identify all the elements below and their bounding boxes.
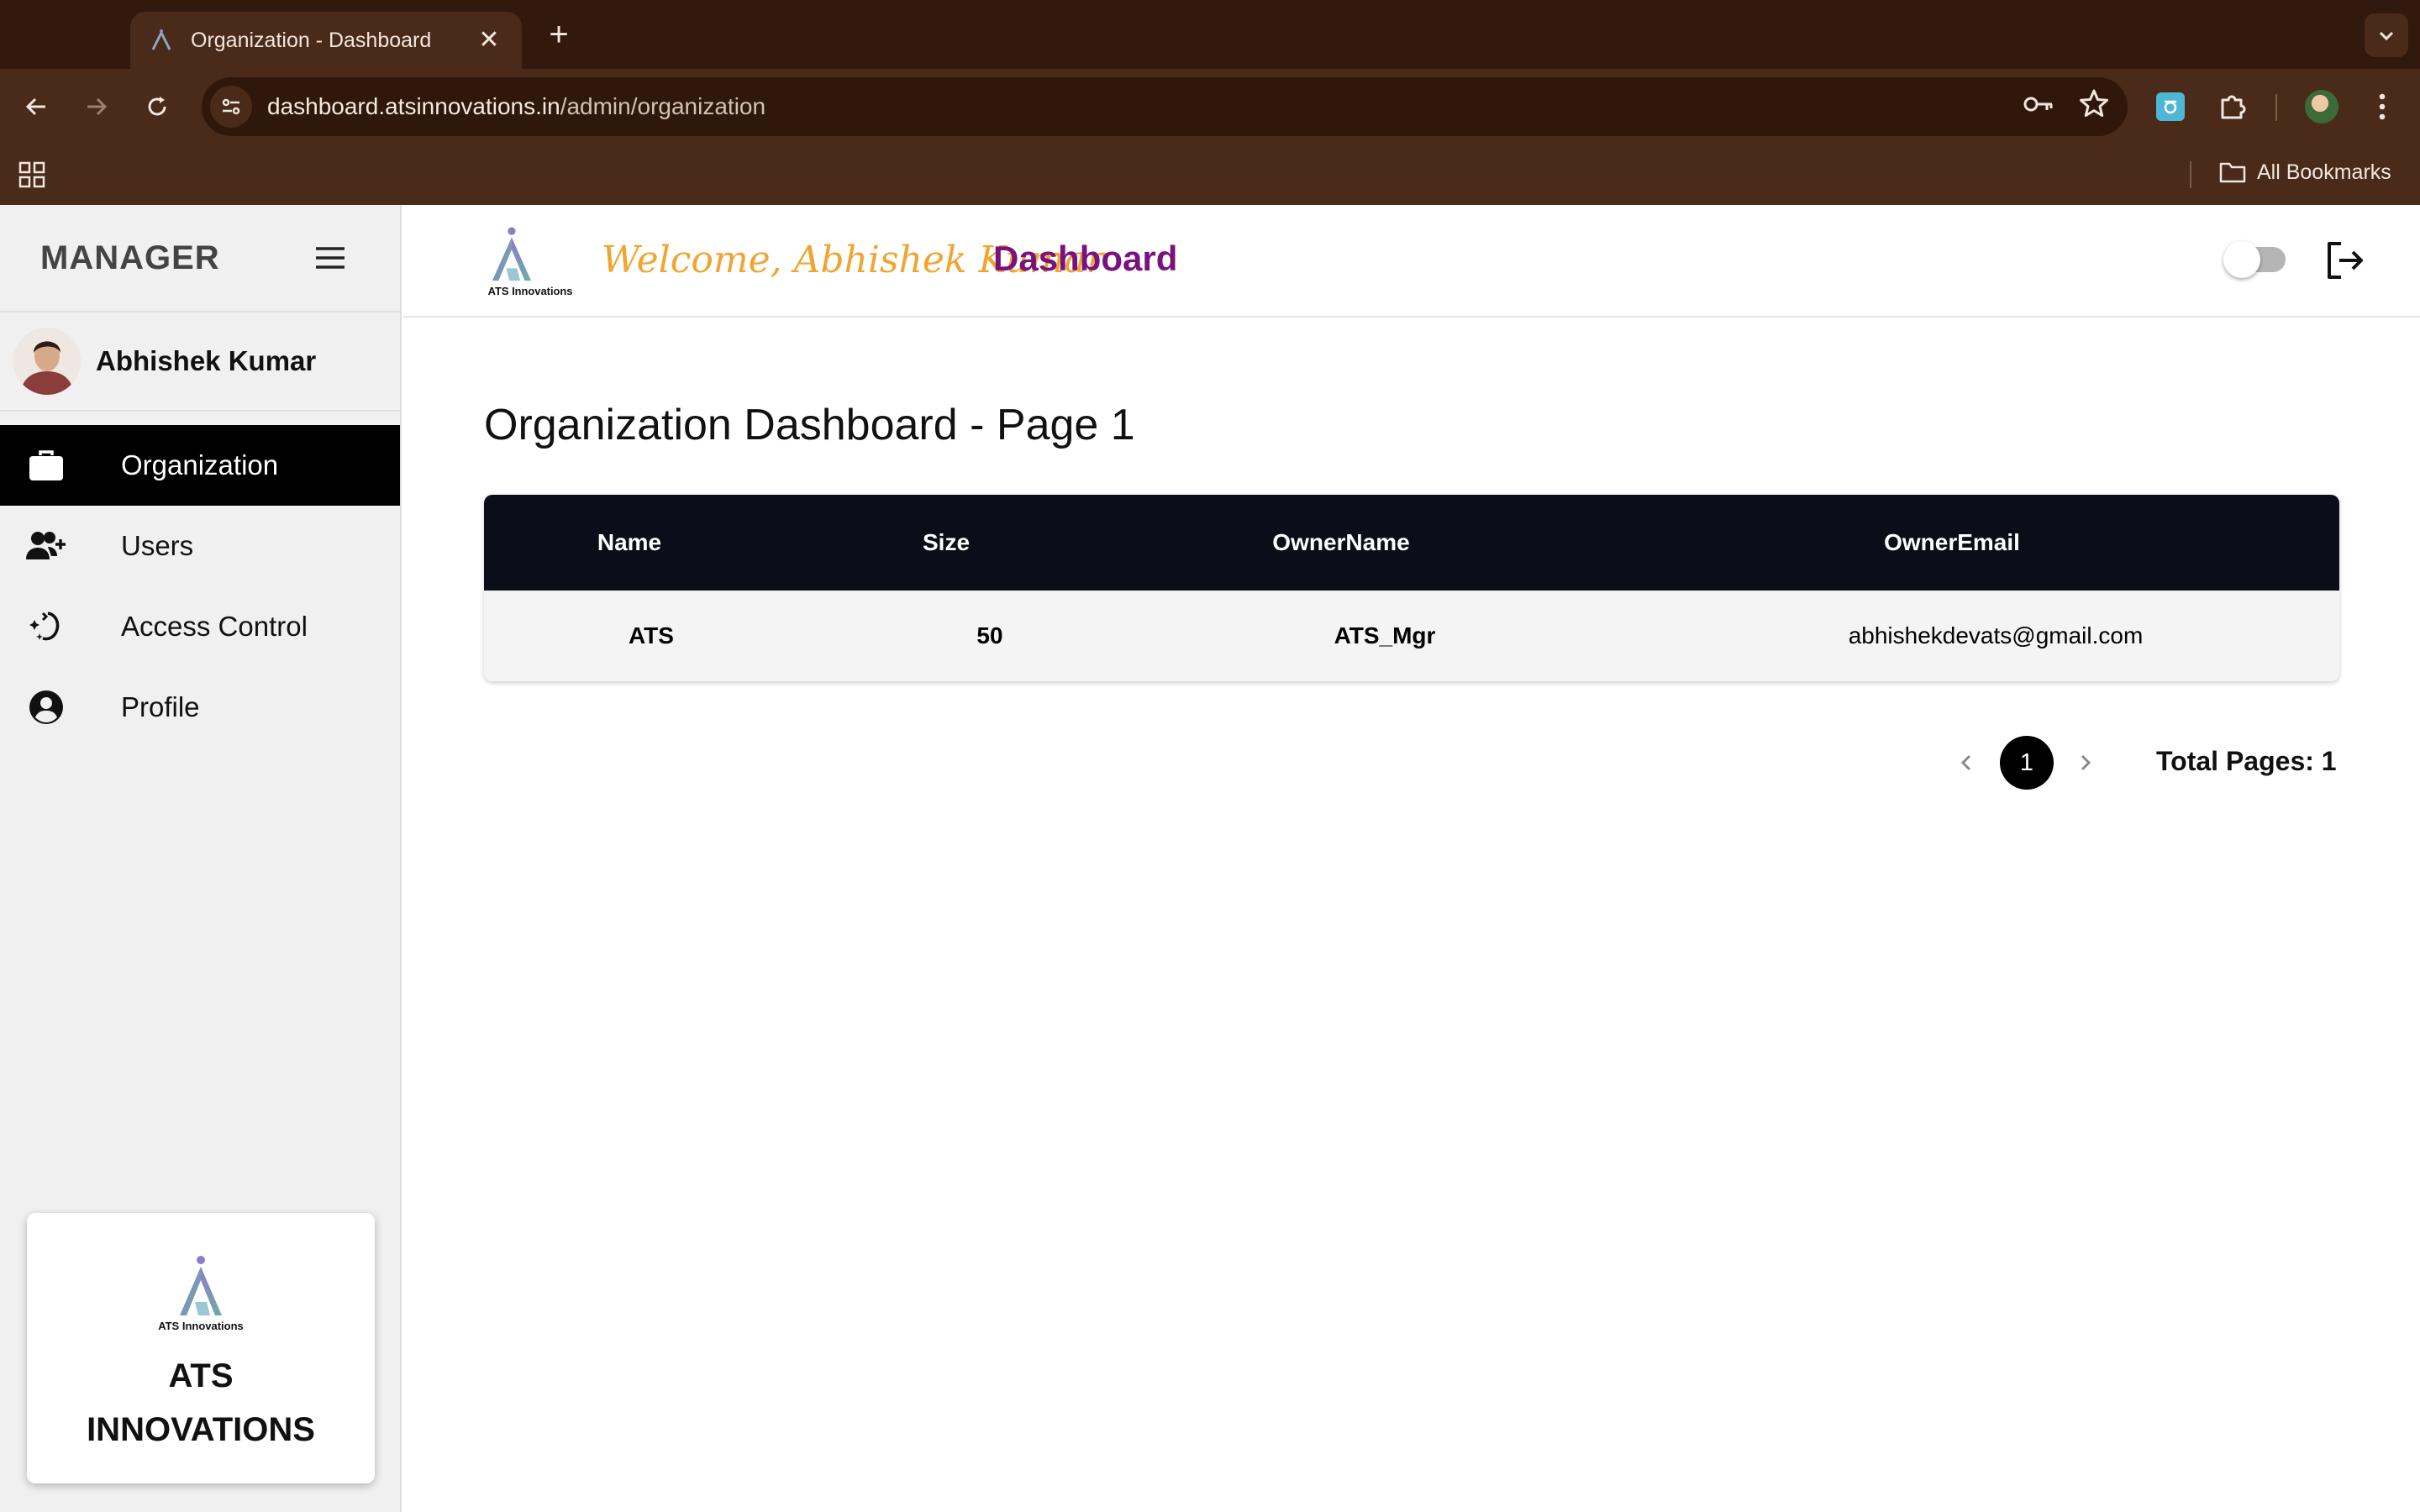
page-1-button[interactable]: 1 <box>2000 736 2054 790</box>
browser-menu-icon[interactable] <box>2363 87 2402 126</box>
profile-avatar-icon[interactable] <box>2302 87 2341 126</box>
sidebar-user: Abhishek Kumar <box>0 312 400 412</box>
pagination: 1 Total Pages: 1 <box>1941 734 2344 790</box>
organization-table: Name Size OwnerName OwnerEmail ATS 50 AT… <box>484 495 2339 681</box>
sidebar-title: MANAGER <box>40 239 220 276</box>
url-path: /admin/organization <box>560 93 766 119</box>
ats-favicon-icon <box>151 29 171 50</box>
add-user-icon <box>25 525 67 567</box>
extension-app-icon[interactable] <box>2151 87 2190 126</box>
sidebar-item-label: Profile <box>121 691 200 722</box>
sidebar-header: MANAGER <box>0 205 400 312</box>
page-title: Organization Dashboard - Page 1 <box>484 401 1135 449</box>
column-header-ownername[interactable]: OwnerName <box>1118 495 1565 591</box>
sidebar-item-label: Users <box>121 530 194 561</box>
chevron-down-icon <box>2379 31 2394 41</box>
chevron-right-icon <box>2081 754 2091 771</box>
access-control-icon <box>25 606 67 648</box>
briefcase-icon <box>25 444 67 486</box>
header-logo: ATS Innovations <box>488 227 573 297</box>
brand-card: ATS Innovations ATS INNOVATIONS <box>27 1213 375 1483</box>
column-header-size[interactable]: Size <box>775 495 1118 591</box>
header-title: Dashboard <box>993 239 1178 278</box>
browser-toolbar: dashboard.atsinnovations.in/admin/organi… <box>0 69 2420 144</box>
app-header: ATS Innovations Welcome, Abhishek Kumar … <box>403 205 2420 318</box>
url-text: dashboard.atsinnovations.in/admin/organi… <box>267 93 765 120</box>
toolbar-divider <box>2275 94 2277 121</box>
next-page-button[interactable] <box>2069 746 2102 780</box>
logout-icon[interactable] <box>2323 239 2366 282</box>
brand-name: ATS INNOVATIONS <box>87 1357 315 1448</box>
ats-logo-icon: ATS Innovations <box>158 1256 244 1332</box>
extensions-puzzle-icon[interactable] <box>2213 87 2252 126</box>
table-header: Name Size OwnerName OwnerEmail <box>484 495 2339 591</box>
new-tab-icon[interactable]: + <box>538 13 580 55</box>
sidebar-item-profile[interactable]: Profile <box>0 667 400 748</box>
bookmarks-divider <box>2190 161 2191 188</box>
cell-size: 50 <box>976 622 1003 648</box>
chevron-left-icon <box>1960 754 1971 771</box>
column-header-owneremail[interactable]: OwnerEmail <box>1565 495 2339 591</box>
previous-page-button[interactable] <box>1949 746 1983 780</box>
sidebar-nav: Organization Users Access Control Profil… <box>0 425 400 748</box>
site-info-icon[interactable] <box>210 86 252 128</box>
brand-logo-text: ATS Innovations <box>158 1320 244 1332</box>
back-icon[interactable] <box>17 87 55 126</box>
close-tab-icon[interactable]: ✕ <box>475 26 503 55</box>
browser-tab[interactable]: Organization - Dashboard ✕ <box>130 12 522 69</box>
cell-name: ATS <box>629 622 674 648</box>
column-header-name[interactable]: Name <box>484 495 775 591</box>
tab-title: Organization - Dashboard <box>191 28 432 52</box>
table-row[interactable]: ATS 50 ATS_Mgr abhishekdevats@gmail.com <box>484 591 2339 681</box>
header-logo-text: ATS Innovations <box>488 285 573 297</box>
folder-icon <box>2219 162 2246 183</box>
sidebar-item-access-control[interactable]: Access Control <box>0 586 400 667</box>
account-circle-icon <box>25 686 67 728</box>
bookmarks-bar: All Bookmarks <box>0 144 2420 205</box>
cell-ownername: ATS_Mgr <box>1334 622 1436 648</box>
sidebar-item-users[interactable]: Users <box>0 506 400 586</box>
sidebar-item-label: Access Control <box>121 611 308 642</box>
all-bookmarks-button[interactable]: All Bookmarks <box>2218 160 2391 185</box>
password-key-icon[interactable] <box>2020 86 2057 123</box>
address-bar[interactable]: dashboard.atsinnovations.in/admin/organi… <box>202 77 2128 136</box>
theme-toggle[interactable] <box>2223 241 2286 278</box>
browser-tabstrip: Organization - Dashboard ✕ + <box>0 0 2420 69</box>
sidebar: MANAGER Abhishek Kumar Organization User… <box>0 205 402 1512</box>
reload-icon[interactable] <box>138 87 176 126</box>
sidebar-item-label: Organization <box>121 449 279 480</box>
all-bookmarks-label: All Bookmarks <box>2257 160 2391 184</box>
cell-owneremail: abhishekdevats@gmail.com <box>1848 622 2144 648</box>
sidebar-item-organization[interactable]: Organization <box>0 425 400 506</box>
tab-search-button[interactable] <box>2365 13 2408 57</box>
apps-grid-icon[interactable] <box>18 161 45 188</box>
total-pages-label: Total Pages: 1 <box>2156 746 2337 776</box>
sidebar-username: Abhishek Kumar <box>96 345 317 376</box>
url-host: dashboard.atsinnovations.in <box>267 93 560 119</box>
toggle-knob <box>2223 241 2260 278</box>
bookmark-star-icon[interactable] <box>2075 86 2112 123</box>
forward-icon[interactable] <box>77 87 116 126</box>
hamburger-menu-icon[interactable] <box>314 245 346 270</box>
avatar <box>13 328 81 395</box>
